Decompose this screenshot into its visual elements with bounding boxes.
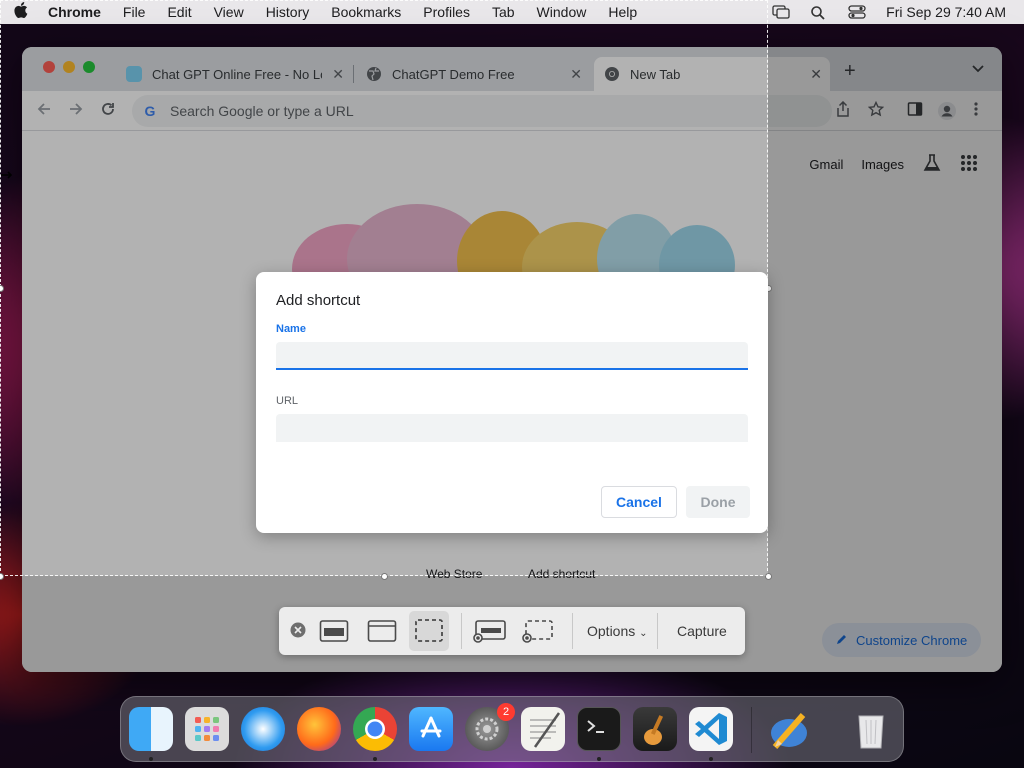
options-label: Options (587, 623, 636, 639)
capture-button[interactable]: Capture (677, 623, 727, 639)
capture-entire-screen-icon[interactable] (319, 619, 349, 643)
notification-badge: 2 (497, 703, 515, 721)
safari-icon[interactable] (241, 707, 285, 751)
done-button[interactable]: Done (686, 486, 750, 518)
textedit-icon[interactable] (521, 707, 565, 751)
selection-handle-bottom[interactable] (381, 573, 388, 580)
toolbar-separator (461, 613, 462, 649)
app-store-icon[interactable] (409, 707, 453, 751)
url-input[interactable] (276, 414, 748, 442)
firefox-icon[interactable] (297, 707, 341, 751)
launchpad-icon[interactable] (185, 707, 229, 751)
name-input[interactable] (276, 342, 748, 370)
add-shortcut-dialog: Add shortcut Name URL Cancel Done (256, 272, 768, 533)
dock-separator (751, 707, 752, 753)
close-screenshot-icon[interactable] (289, 621, 309, 641)
mouse-cursor-icon (0, 168, 13, 186)
screenshot-toolbar: Options ⌄ Capture (279, 607, 745, 655)
selection-handle-left[interactable] (0, 285, 4, 292)
chrome-dock-icon[interactable] (353, 707, 397, 751)
cancel-button[interactable]: Cancel (601, 486, 677, 518)
running-indicator (597, 757, 601, 761)
pencil-app-icon[interactable] (767, 707, 811, 751)
toolbar-separator (572, 613, 573, 649)
trash-icon[interactable] (849, 707, 893, 751)
terminal-icon[interactable] (577, 707, 621, 751)
spotlight-search-icon[interactable] (810, 5, 828, 20)
chevron-down-icon: ⌄ (639, 628, 648, 639)
options-menu-button[interactable]: Options ⌄ (587, 623, 648, 639)
dialog-title: Add shortcut (276, 292, 361, 309)
running-indicator (373, 757, 377, 761)
running-indicator (149, 757, 153, 761)
capture-selection-icon[interactable] (409, 611, 449, 651)
finder-icon[interactable] (129, 707, 173, 751)
garageband-icon[interactable] (633, 707, 677, 751)
vscode-icon[interactable] (689, 707, 733, 751)
screenshot-dim-overlay-right (768, 24, 1024, 768)
url-field-label: URL (276, 395, 299, 407)
record-selection-icon[interactable] (521, 619, 553, 643)
control-center-icon[interactable] (848, 5, 866, 19)
capture-window-icon[interactable] (367, 619, 397, 643)
screen-mirroring-icon[interactable] (772, 5, 790, 19)
dock: 2 (120, 696, 904, 762)
menubar-clock[interactable]: Fri Sep 29 7:40 AM (886, 4, 1006, 20)
running-indicator (709, 757, 713, 761)
selection-handle-bottom-right[interactable] (765, 573, 772, 580)
name-field-label: Name (276, 323, 306, 335)
toolbar-separator (657, 613, 658, 649)
record-entire-screen-icon[interactable] (473, 619, 506, 643)
